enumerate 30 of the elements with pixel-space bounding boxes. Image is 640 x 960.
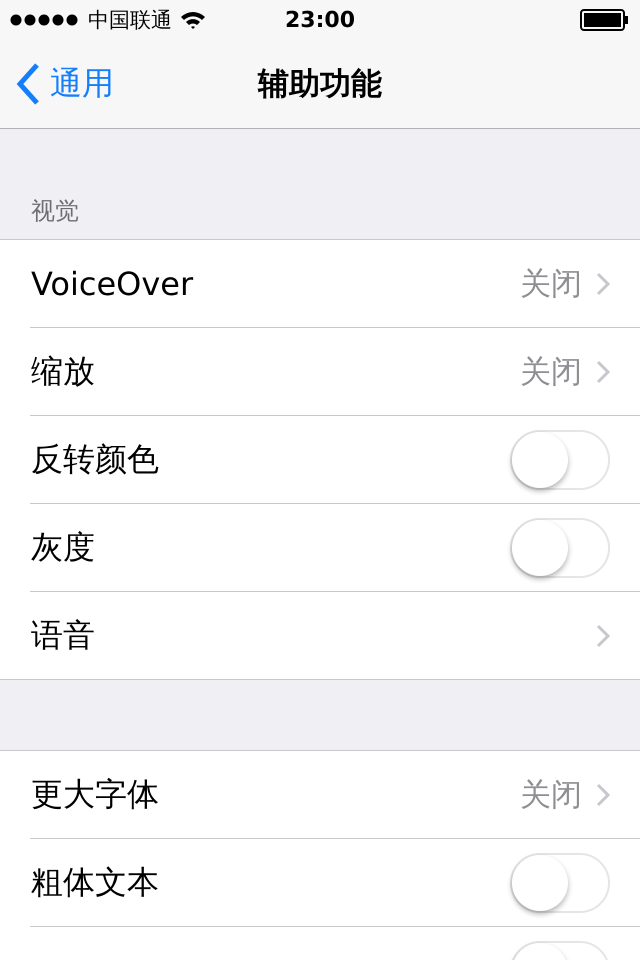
row-label: 缩放 <box>31 350 96 392</box>
row-label: 粗体文本 <box>31 862 160 902</box>
row-label: 反转颜色 <box>31 438 160 480</box>
toggle-switch[interactable] <box>510 518 610 578</box>
row-label: 更大字体 <box>31 774 160 814</box>
row-value: 关闭 <box>520 776 582 814</box>
chevron-icon <box>596 272 610 296</box>
back-chevron-icon <box>16 63 40 105</box>
settings-row[interactable]: 语音 <box>30 591 640 679</box>
row-label: VoiceOver <box>31 264 194 302</box>
toggle-switch[interactable] <box>510 852 610 912</box>
row-label: 语音 <box>31 614 96 656</box>
row-value: 关闭 <box>520 352 582 392</box>
row-value: 关闭 <box>520 264 582 304</box>
signal-icon <box>10 14 80 26</box>
settings-row[interactable]: VoiceOver 关闭 <box>0 240 640 327</box>
row-label: 灰度 <box>31 526 96 568</box>
carrier-name: 中国联通 <box>88 7 172 34</box>
status-time: 23:00 <box>284 8 356 32</box>
back-button[interactable]: 通用 <box>0 62 114 106</box>
battery-icon <box>580 9 630 31</box>
section-header: 视觉 <box>31 196 79 227</box>
toggle-switch[interactable] <box>510 430 610 490</box>
settings-row[interactable]: 缩放 关闭 <box>30 327 640 415</box>
wifi-icon <box>180 10 206 30</box>
chevron-icon <box>596 624 610 648</box>
chevron-icon <box>596 360 610 384</box>
page-title: 辅助功能 <box>258 65 382 104</box>
settings-row[interactable]: 更大字体 关闭 <box>0 751 640 838</box>
chevron-icon <box>596 782 610 806</box>
